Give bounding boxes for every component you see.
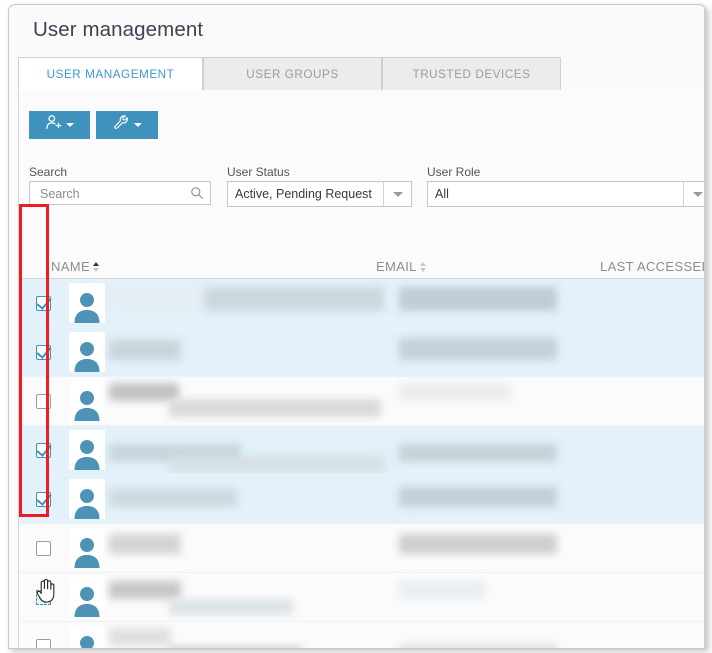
row-checkbox-cell[interactable] (19, 328, 67, 376)
user-role-label: User Role (427, 165, 481, 179)
row-checkbox-cell[interactable] (19, 573, 67, 621)
redacted-text-block (399, 644, 557, 648)
search-input[interactable] (38, 182, 188, 206)
search-field-wrapper[interactable] (29, 181, 211, 206)
column-label: NAME (51, 259, 90, 274)
row-checkbox-cell[interactable] (19, 475, 67, 523)
user-avatar-icon (69, 626, 105, 648)
viewport-right-edge (704, 5, 705, 648)
chevron-down-icon (66, 123, 74, 127)
row-select-checkbox[interactable] (35, 491, 51, 507)
redacted-text-block (109, 628, 171, 646)
redacted-text-block (399, 581, 485, 599)
user-avatar-icon (69, 332, 105, 372)
row-select-checkbox[interactable] (35, 540, 51, 556)
row-checkbox-cell[interactable] (19, 622, 67, 648)
redacted-text-block (399, 383, 511, 401)
table-body (19, 279, 705, 648)
add-user-button[interactable] (29, 111, 91, 139)
redacted-text-block (109, 340, 181, 360)
user-avatar-icon (69, 479, 105, 519)
column-label: LAST ACCESSED (600, 259, 705, 274)
user-management-window: User management USER MANAGEMENT USER GRO… (8, 4, 706, 649)
table-row[interactable] (19, 377, 705, 426)
redacted-text-block (109, 534, 181, 554)
redacted-text-block (399, 487, 557, 507)
redacted-text-block (109, 581, 181, 599)
table-row[interactable] (19, 279, 705, 328)
redacted-text-block (169, 399, 381, 417)
redacted-text-block (204, 287, 384, 311)
table-row[interactable] (19, 573, 705, 622)
column-header-email[interactable]: EMAIL (376, 259, 426, 274)
redacted-text-block (169, 599, 293, 615)
redacted-text-block (399, 287, 557, 311)
redacted-text-block (169, 646, 301, 648)
tab-trusted-devices[interactable]: TRUSTED DEVICES (382, 57, 561, 91)
user-role-select[interactable]: All (427, 181, 705, 207)
search-icon (190, 186, 204, 200)
row-checkbox-cell[interactable] (19, 426, 67, 474)
tab-label: USER GROUPS (246, 67, 339, 81)
user-avatar-icon (69, 430, 105, 470)
table-row[interactable] (19, 328, 705, 377)
tab-user-groups[interactable]: USER GROUPS (203, 57, 382, 91)
tab-user-management[interactable]: USER MANAGEMENT (18, 57, 203, 91)
row-select-checkbox[interactable] (35, 393, 51, 409)
table-row[interactable] (19, 475, 705, 524)
toolbar (29, 111, 158, 139)
user-role-value: All (435, 187, 449, 201)
table-row[interactable] (19, 426, 705, 475)
redacted-text-block (109, 289, 204, 309)
redacted-text-block (399, 444, 557, 462)
tab-label: TRUSTED DEVICES (412, 67, 531, 81)
add-user-icon (45, 114, 62, 136)
chevron-down-icon (133, 123, 142, 127)
tab-strip: USER MANAGEMENT USER GROUPS TRUSTED DEVI… (18, 57, 705, 91)
sort-indicator-icon (92, 262, 99, 274)
table-row[interactable] (19, 622, 705, 648)
tools-button[interactable] (96, 111, 158, 139)
user-status-select[interactable]: Active, Pending Request (227, 181, 412, 207)
user-status-value: Active, Pending Request (235, 187, 372, 201)
user-avatar-icon (69, 577, 105, 617)
panel-body: Search User Status Active, Pending Reque… (18, 90, 705, 648)
search-label: Search (29, 165, 68, 179)
column-header-name[interactable]: NAME (51, 259, 99, 274)
user-table: NAME EMAIL LAST ACCESSED (19, 245, 705, 648)
row-checkbox-cell[interactable] (19, 524, 67, 572)
wrench-icon (113, 114, 130, 136)
tab-label: USER MANAGEMENT (46, 67, 175, 81)
row-select-checkbox[interactable] (35, 344, 51, 360)
column-header-last-accessed[interactable]: LAST ACCESSED (600, 259, 705, 274)
redacted-text-block (399, 534, 557, 554)
table-row[interactable] (19, 524, 705, 573)
user-avatar-icon (69, 528, 105, 568)
user-avatar-icon (69, 381, 105, 421)
redacted-text-block (109, 383, 179, 401)
row-select-checkbox[interactable] (35, 589, 51, 605)
user-avatar-icon (69, 283, 105, 323)
chevron-down-icon[interactable] (383, 182, 411, 206)
table-header-row: NAME EMAIL LAST ACCESSED (19, 245, 705, 279)
sort-indicator-icon (419, 262, 426, 274)
row-select-checkbox[interactable] (35, 442, 51, 458)
chevron-down-icon[interactable] (683, 182, 705, 206)
redacted-text-block (109, 489, 237, 507)
row-select-checkbox[interactable] (35, 295, 51, 311)
redacted-text-block (169, 456, 385, 472)
page-title: User management (33, 18, 204, 41)
row-checkbox-cell[interactable] (19, 279, 67, 327)
row-checkbox-cell[interactable] (19, 377, 67, 425)
user-status-label: User Status (227, 165, 290, 179)
redacted-text-block (399, 338, 557, 360)
column-label: EMAIL (376, 259, 417, 274)
row-select-checkbox[interactable] (35, 638, 51, 648)
